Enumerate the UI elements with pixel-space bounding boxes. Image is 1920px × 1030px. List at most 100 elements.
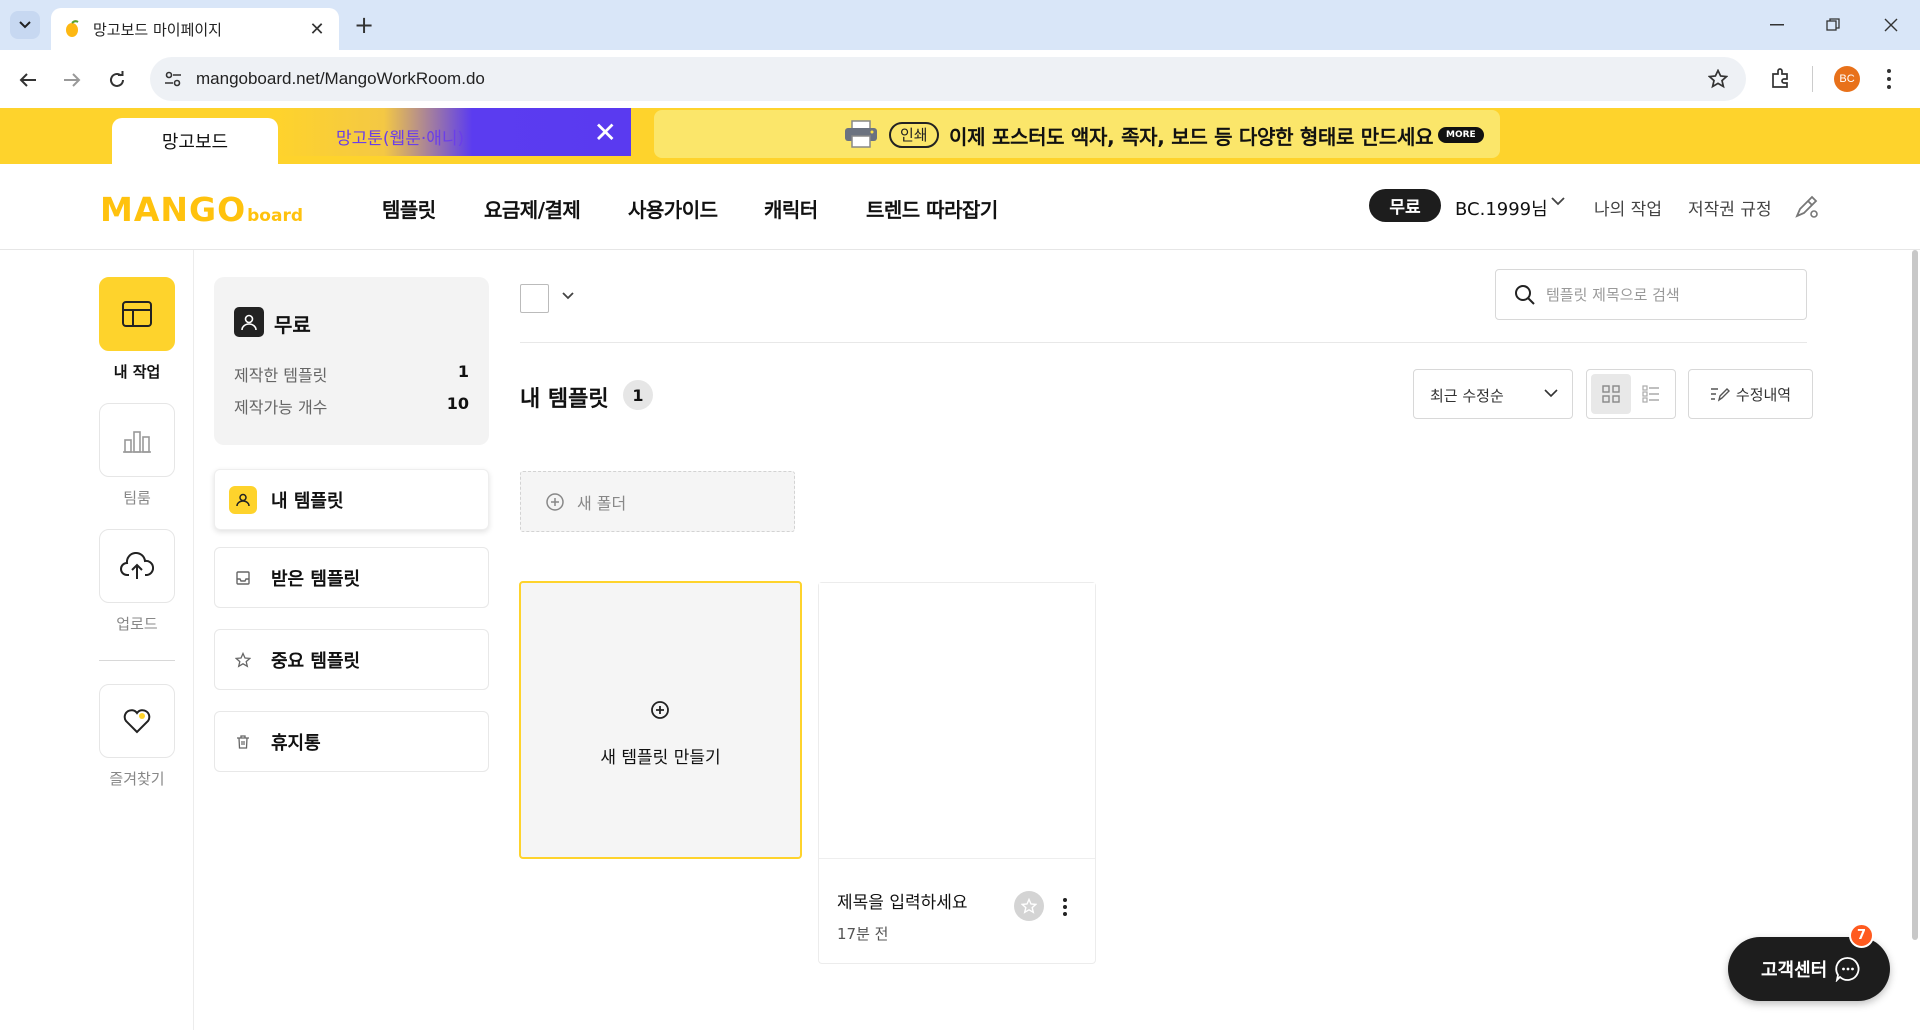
print-promo-banner[interactable]: 인쇄 이제 포스터도 액자, 족자, 보드 등 다양한 형태로 만드세요 MOR… xyxy=(654,110,1500,158)
nav-characters[interactable]: 캐릭터 xyxy=(764,194,818,223)
close-icon[interactable]: ✕ xyxy=(594,116,617,149)
url-text: mangoboard.net/MangoWorkRoom.do xyxy=(196,69,485,88)
browser-tab-bar: 망고보드 마이페이지 ✕ + xyxy=(0,0,1920,50)
site-tab-mangotoon[interactable]: 망고툰(웹툰·애니) ✕ xyxy=(278,108,631,156)
chat-bubble-icon xyxy=(1835,957,1860,982)
divider xyxy=(520,342,1807,343)
new-folder-button[interactable]: 새 폴더 xyxy=(520,471,795,532)
minimize-button[interactable] xyxy=(1762,12,1792,38)
site-top-banner: 망고보드 망고툰(웹툰·애니) ✕ 인쇄 이제 포스터도 액자, 족자, 보드 … xyxy=(0,108,1920,164)
made-templates-value: 1 xyxy=(457,362,469,381)
template-search[interactable] xyxy=(1495,269,1807,320)
tab-close-icon[interactable]: ✕ xyxy=(307,19,327,40)
user-icon xyxy=(234,307,264,337)
rail-label-teamroom: 팀룸 xyxy=(123,489,151,507)
rail-teamroom-button[interactable] xyxy=(99,403,175,477)
mango-favicon-icon xyxy=(66,20,79,37)
toolbar-divider xyxy=(1812,66,1813,92)
tab-search-button[interactable] xyxy=(10,11,40,39)
template-title[interactable]: 제목을 입력하세요 xyxy=(837,888,968,913)
limit-row: 제작가능 개수 10 xyxy=(234,394,469,418)
view-toggle xyxy=(1586,369,1676,419)
nav-trends[interactable]: 트렌드 따라잡기 xyxy=(866,194,998,223)
site-tab-mangoboard[interactable]: 망고보드 xyxy=(112,118,278,164)
inbox-icon xyxy=(229,564,257,592)
template-more-button[interactable] xyxy=(1055,893,1075,921)
menu-my-templates[interactable]: 내 템플릿 xyxy=(214,469,489,530)
menu-trash[interactable]: 휴지통 xyxy=(214,711,489,772)
copyright-link[interactable]: 저작권 규정 xyxy=(1688,195,1772,220)
mangoboard-logo[interactable]: MANGO board xyxy=(100,190,303,229)
made-templates-label: 제작한 템플릿 xyxy=(234,366,328,385)
back-button[interactable] xyxy=(14,66,42,94)
tab-title: 망고보드 마이페이지 xyxy=(93,20,222,39)
rail-favorites-button[interactable] xyxy=(99,684,175,758)
menu-label: 휴지통 xyxy=(271,732,321,754)
extensions-icon[interactable] xyxy=(1770,67,1792,89)
edit-history-label: 수정내역 xyxy=(1735,385,1792,404)
rail-my-work-button[interactable] xyxy=(99,277,175,351)
sort-select[interactable]: 최근 수정순 xyxy=(1413,369,1573,419)
new-tab-button[interactable]: + xyxy=(350,12,378,38)
select-all-checkbox[interactable] xyxy=(520,284,549,313)
user-icon xyxy=(229,485,257,514)
list-icon xyxy=(1642,385,1659,403)
arrow-left-icon xyxy=(19,73,36,87)
limit-value: 10 xyxy=(446,394,469,413)
chevron-down-icon[interactable] xyxy=(561,291,575,301)
forward-button[interactable] xyxy=(58,66,86,94)
close-icon xyxy=(1884,18,1898,32)
reload-button[interactable] xyxy=(103,66,131,94)
nav-guide[interactable]: 사용가이드 xyxy=(628,194,718,223)
print-badge: 인쇄 xyxy=(889,122,939,148)
plan-badge[interactable]: 무료 xyxy=(1369,189,1441,222)
chevron-down-icon xyxy=(1544,389,1558,398)
browser-tab-active[interactable]: 망고보드 마이페이지 ✕ xyxy=(51,8,339,50)
page-title: 내 템플릿 xyxy=(520,387,609,412)
template-card[interactable]: 제목을 입력하세요 17분 전 xyxy=(818,582,1096,964)
star-icon xyxy=(229,646,257,674)
logo-sub: board xyxy=(247,206,304,226)
grid-view-button[interactable] xyxy=(1591,374,1631,414)
rail-upload-button[interactable] xyxy=(99,529,175,603)
chart-building-icon xyxy=(123,431,151,453)
window-close-button[interactable] xyxy=(1876,12,1906,38)
more-badge[interactable]: MORE xyxy=(1438,127,1484,143)
printer-icon xyxy=(845,120,877,148)
sort-value: 최근 수정순 xyxy=(1430,387,1504,405)
search-input[interactable] xyxy=(1546,283,1796,307)
list-view-button[interactable] xyxy=(1631,374,1671,414)
rail-label-upload: 업로드 xyxy=(116,615,158,633)
new-template-card[interactable]: 새 템플릿 만들기 xyxy=(519,581,802,859)
menu-important-templates[interactable]: 중요 템플릿 xyxy=(214,629,489,690)
kebab-menu-icon xyxy=(1063,898,1067,916)
favorite-star-button[interactable] xyxy=(1014,891,1044,921)
address-bar[interactable]: mangoboard.net/MangoWorkRoom.do xyxy=(150,57,1746,101)
chevron-down-icon[interactable] xyxy=(1551,196,1565,206)
search-icon xyxy=(1515,285,1535,305)
menu-label: 중요 템플릿 xyxy=(271,650,361,672)
user-name[interactable]: BC.1999님 xyxy=(1455,195,1548,221)
nav-templates[interactable]: 템플릿 xyxy=(382,194,436,223)
edit-history-button[interactable]: 수정내역 xyxy=(1688,369,1813,419)
customer-center-label: 고객센터 xyxy=(1761,960,1828,981)
my-work-link[interactable]: 나의 작업 xyxy=(1594,195,1662,220)
page-scrollbar[interactable] xyxy=(1912,250,1918,940)
site-info-icon[interactable] xyxy=(164,70,182,88)
bookmark-star-icon[interactable] xyxy=(1708,69,1728,89)
menu-received-templates[interactable]: 받은 템플릿 xyxy=(214,547,489,608)
nav-pricing[interactable]: 요금제/결제 xyxy=(484,194,581,223)
rail-label-my-work: 내 작업 xyxy=(113,363,161,381)
rail-separator xyxy=(99,660,175,661)
trash-icon xyxy=(229,728,257,756)
new-folder-label: 새 폴더 xyxy=(577,493,627,513)
edit-list-icon xyxy=(1710,388,1730,402)
cloud-upload-icon xyxy=(120,552,154,579)
profile-avatar[interactable]: BC xyxy=(1834,66,1860,92)
browser-toolbar: mangoboard.net/MangoWorkRoom.do BC xyxy=(0,50,1920,108)
brush-icon[interactable] xyxy=(1793,192,1821,220)
restore-icon xyxy=(1826,18,1840,31)
restore-button[interactable] xyxy=(1818,12,1848,38)
kebab-menu-icon[interactable] xyxy=(1886,68,1892,90)
template-thumbnail[interactable] xyxy=(819,583,1095,859)
